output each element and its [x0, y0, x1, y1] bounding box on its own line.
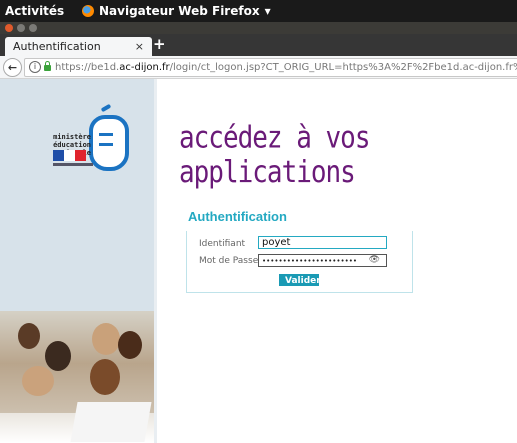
url-domain: ac-dijon.fr [119, 62, 170, 73]
tab-strip: Authentification × [0, 34, 517, 56]
activities-button[interactable]: Activités [5, 4, 64, 18]
username-input[interactable]: poyet [258, 236, 387, 249]
education-logo-icon [89, 115, 129, 171]
back-button[interactable]: ← [3, 58, 22, 77]
url-prefix: https://be1d. [55, 62, 120, 73]
student-figure [92, 323, 120, 355]
republique-caption [53, 163, 93, 166]
banner-edge [154, 79, 157, 443]
close-tab-icon[interactable]: × [135, 40, 144, 53]
show-password-icon[interactable]: 👁 [369, 255, 380, 266]
close-window-button[interactable] [5, 24, 13, 32]
student-figure [22, 366, 54, 396]
maximize-window-button[interactable] [29, 24, 37, 32]
url-path: /login/ct_logon.jsp?CT_ORIG_URL=https%3A… [169, 62, 517, 73]
marianne-flag-icon [53, 150, 86, 161]
lock-icon [44, 61, 51, 71]
firefox-icon [82, 5, 94, 17]
laptop [70, 402, 152, 442]
app-menu[interactable]: Navigateur Web Firefox ▾ [82, 4, 271, 18]
page-headline: accédez à vos applications [179, 121, 371, 190]
info-icon[interactable]: i [29, 61, 41, 73]
tab-authentification[interactable]: Authentification × [5, 37, 152, 56]
login-section-title: Authentification [188, 209, 287, 224]
tab-title: Authentification [13, 40, 101, 53]
window-titlebar [0, 22, 517, 34]
student-figure [18, 323, 40, 349]
password-label: Mot de Passe [199, 256, 259, 266]
username-label: Identifiant [199, 239, 246, 249]
password-mask: ••••••••••••••••••••••• [262, 257, 357, 265]
minimize-window-button[interactable] [17, 24, 25, 32]
chevron-down-icon: ▾ [264, 4, 271, 18]
student-figure [45, 341, 71, 371]
student-figure [118, 331, 142, 359]
navigation-bar: ← i https://be1d.ac-dijon.fr/login/ct_log… [0, 56, 517, 79]
new-tab-button[interactable]: + [153, 35, 166, 53]
password-input[interactable]: ••••••••••••••••••••••• 👁 [258, 254, 387, 267]
classroom-photo [0, 311, 154, 443]
url-bar[interactable]: i https://be1d.ac-dijon.fr/login/ct_logon… [24, 58, 517, 77]
app-name: Navigateur Web Firefox [99, 4, 260, 18]
system-top-bar: Activités Navigateur Web Firefox ▾ [0, 0, 517, 22]
student-figure [90, 359, 120, 395]
submit-button[interactable]: Valider [279, 274, 321, 286]
